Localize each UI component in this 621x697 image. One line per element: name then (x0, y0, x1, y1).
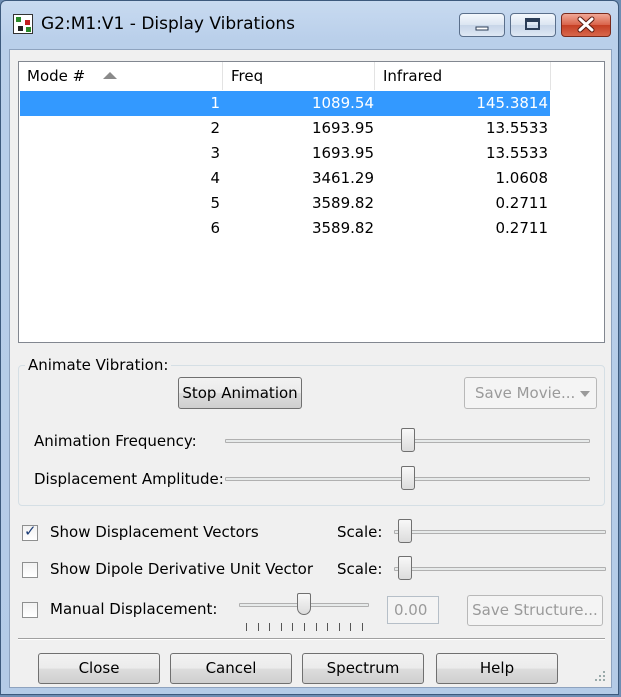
window-title: G2:M1:V1 - Display Vibrations (41, 14, 295, 34)
slider-tick (304, 623, 305, 631)
slider-tick (280, 623, 282, 631)
mode-cell: 1 (210, 94, 220, 112)
slider-tick (246, 623, 247, 631)
maximize-button[interactable] (510, 13, 556, 37)
cancel-button[interactable]: Cancel (170, 653, 292, 684)
spectrum-button[interactable]: Spectrum (302, 653, 424, 684)
manual-displacement-value-field[interactable]: 0.00 (387, 596, 439, 624)
slider-tick (327, 623, 329, 631)
table-row[interactable]: 2 1693.95 13.5533 (20, 116, 550, 141)
infrared-cell: 0.2711 (495, 219, 549, 237)
freq-cell: 3589.82 (311, 194, 374, 212)
minimize-button[interactable] (459, 13, 505, 37)
slider-tick (338, 623, 340, 631)
maximize-icon (525, 18, 540, 30)
animation-frequency-slider-thumb[interactable] (400, 428, 415, 452)
show-displacement-vectors-checkbox[interactable]: ✓ (22, 522, 38, 541)
resize-grip-icon[interactable] (595, 671, 607, 683)
column-infrared-label: Infrared (383, 67, 443, 85)
checkmark-icon: ✓ (24, 522, 37, 540)
table-row[interactable]: 6 3589.82 0.2711 (20, 216, 550, 241)
infrared-cell: 145.3814 (476, 94, 548, 112)
dialog-body: Mode # Freq Infrared 1 1089.54 145.3814 2 16… (9, 49, 612, 688)
freq-cell: 3461.29 (311, 169, 374, 187)
slider-tick (292, 623, 294, 631)
column-mode-label: Mode # (27, 67, 86, 85)
slider-tick (315, 623, 317, 631)
show-dipole-derivative-label[interactable]: Show Dipole Derivative Unit Vector (50, 560, 313, 578)
vectors-scale-track[interactable] (394, 530, 606, 534)
freq-cell: 1693.95 (311, 144, 374, 162)
app-icon (13, 14, 33, 34)
vectors-scale-label: Scale: (337, 523, 383, 541)
freq-cell: 1693.95 (311, 119, 374, 137)
dipole-scale-label: Scale: (337, 560, 383, 578)
table-row[interactable]: 3 1693.95 13.5533 (20, 141, 550, 166)
freq-cell: 3589.82 (311, 219, 374, 237)
save-structure-button[interactable]: Save Structure... (467, 595, 603, 626)
slider-tick (362, 623, 363, 631)
dipole-scale-track[interactable] (394, 567, 606, 571)
freq-cell: 1089.54 (311, 94, 374, 112)
show-displacement-vectors-label[interactable]: Show Displacement Vectors (50, 523, 259, 541)
displacement-amplitude-slider-thumb[interactable] (400, 466, 415, 490)
title-bar[interactable]: G2:M1:V1 - Display Vibrations (1, 1, 618, 49)
minimize-icon (475, 26, 489, 31)
manual-displacement-ticks (246, 623, 364, 631)
column-mode[interactable]: Mode # (19, 62, 223, 90)
stop-animation-button[interactable]: Stop Animation (178, 377, 302, 409)
sort-ascending-icon (103, 72, 118, 79)
infrared-cell: 0.2711 (495, 194, 549, 212)
list-header: Mode # Freq Infrared (19, 62, 604, 90)
vibrations-list[interactable]: Mode # Freq Infrared 1 1089.54 145.3814 2 16… (18, 61, 605, 343)
close-icon (577, 16, 595, 33)
help-button[interactable]: Help (436, 653, 558, 684)
table-row[interactable]: 1 1089.54 145.3814 (20, 91, 550, 116)
slider-tick (350, 623, 352, 631)
infrared-cell: 13.5533 (485, 144, 548, 162)
animation-frequency-label: Animation Frequency: (34, 432, 197, 450)
separator (18, 638, 605, 640)
infrared-cell: 13.5533 (485, 119, 548, 137)
manual-displacement-checkbox[interactable] (22, 602, 38, 618)
dipole-scale-slider-thumb[interactable] (397, 556, 412, 580)
mode-cell: 5 (210, 194, 220, 212)
mode-cell: 4 (210, 169, 220, 187)
manual-displacement-label[interactable]: Manual Displacement: (50, 600, 217, 618)
slider-tick (257, 623, 259, 631)
mode-cell: 6 (210, 219, 220, 237)
display-vibrations-window: G2:M1:V1 - Display Vibrations Mode # Fre… (0, 0, 619, 695)
column-infrared[interactable]: Infrared (375, 62, 551, 90)
displacement-amplitude-label: Displacement Amplitude: (34, 470, 224, 488)
table-row[interactable]: 4 3461.29 1.0608 (20, 166, 550, 191)
infrared-cell: 1.0608 (495, 169, 549, 187)
save-movie-button[interactable]: Save Movie... (464, 377, 597, 409)
show-dipole-derivative-checkbox[interactable] (22, 562, 38, 578)
column-freq[interactable]: Freq (223, 62, 375, 90)
close-button[interactable]: Close (38, 653, 160, 684)
slider-tick (269, 623, 271, 631)
vectors-scale-slider-thumb[interactable] (397, 519, 412, 543)
mode-cell: 2 (210, 119, 220, 137)
animate-vibration-label: Animate Vibration: (25, 356, 172, 374)
save-movie-label: Save Movie... (475, 384, 576, 402)
manual-displacement-slider-thumb[interactable] (297, 593, 311, 615)
column-freq-label: Freq (231, 67, 264, 85)
table-row[interactable]: 5 3589.82 0.2711 (20, 191, 550, 216)
close-window-button[interactable] (561, 13, 611, 37)
mode-cell: 3 (210, 144, 220, 162)
dropdown-arrow-icon (580, 391, 590, 397)
